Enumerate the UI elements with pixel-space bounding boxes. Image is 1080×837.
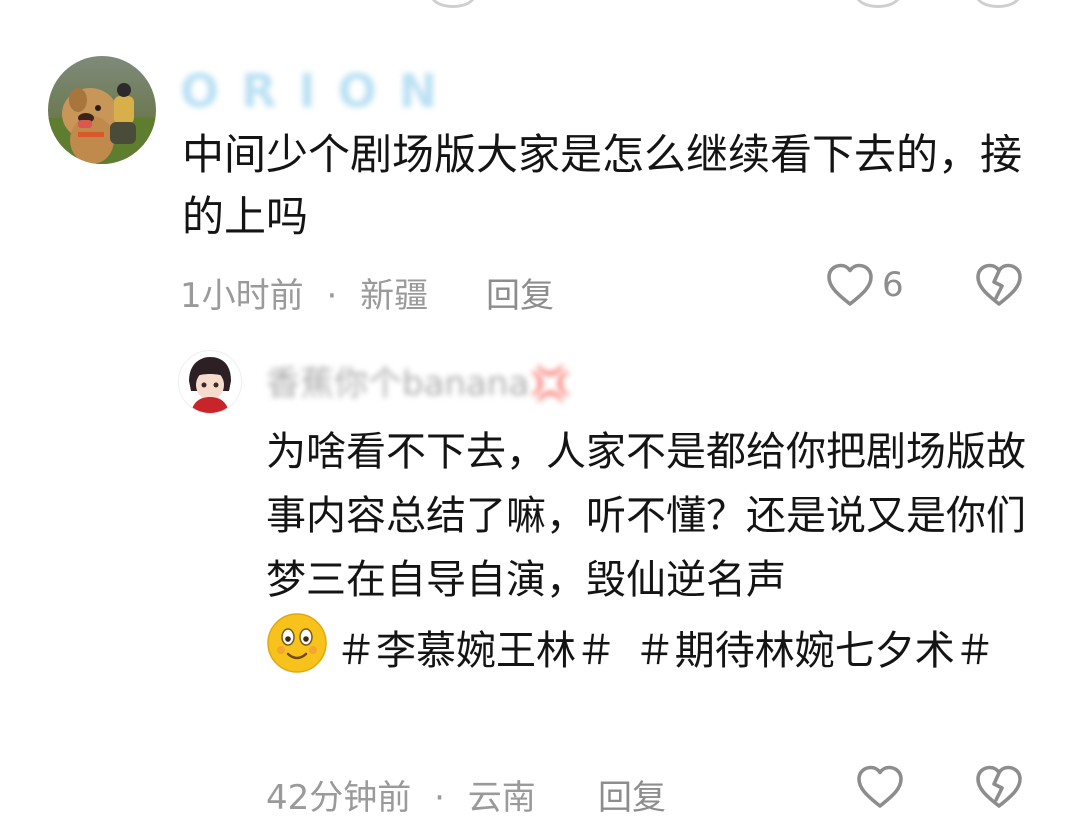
reply-item: 香蕉你个banana💢 为啥看不下去，人家不是都给你把剧场版故事内容总结了嘛，听… (0, 330, 1080, 837)
comment-meta: 1小时前 · 新疆 (180, 268, 428, 317)
reply-button[interactable]: 回复 (598, 770, 666, 819)
heart-icon (827, 263, 873, 306)
comment-time: 1小时前 (180, 276, 304, 316)
avatar[interactable] (178, 350, 242, 414)
comment-text: 中间少个剧场版大家是怎么继续看下去的，接的上吗 (182, 130, 1023, 241)
like-button[interactable] (856, 764, 904, 810)
username[interactable]: 香蕉你个banana💢 (266, 356, 572, 405)
reply-text: 为啥看不下去，人家不是都给你把剧场版故事内容总结了嘛，听不懂？还是说又是你们梦三… (266, 420, 1036, 693)
reply-location: 云南 (467, 778, 536, 818)
username[interactable]: ORION (180, 64, 459, 118)
hashtag-link[interactable]: ＃期待林婉七夕术＃ (635, 628, 995, 674)
anime-avatar-image (179, 351, 241, 413)
meta-separator: · (434, 778, 445, 818)
dislike-button[interactable] (974, 764, 1024, 814)
meta-separator: · (326, 276, 338, 316)
dislike-button[interactable] (974, 262, 1024, 312)
smiley-emoji-icon (266, 612, 328, 693)
dog-avatar-image (48, 56, 156, 164)
reply-button[interactable]: 回复 (486, 268, 554, 317)
reply-meta: 42分钟前 · 云南 (266, 770, 536, 819)
hashtag-link[interactable]: ＃李慕婉王林＃ (336, 628, 616, 674)
like-button[interactable]: 6 (826, 262, 904, 308)
reply-time: 42分钟前 (266, 778, 412, 818)
comment-location: 新疆 (360, 276, 429, 316)
broken-heart-icon (976, 263, 1022, 306)
avatar[interactable] (48, 56, 156, 164)
like-count: 6 (882, 265, 904, 305)
broken-heart-icon (976, 765, 1022, 808)
heart-icon (857, 765, 903, 808)
comment-item: ORION 中间少个剧场版大家是怎么继续看下去的，接的上吗 1小时前 · 新疆 … (0, 0, 1080, 330)
reply-body: 为啥看不下去，人家不是都给你把剧场版故事内容总结了嘛，听不懂？还是说又是你们梦三… (266, 429, 1026, 603)
